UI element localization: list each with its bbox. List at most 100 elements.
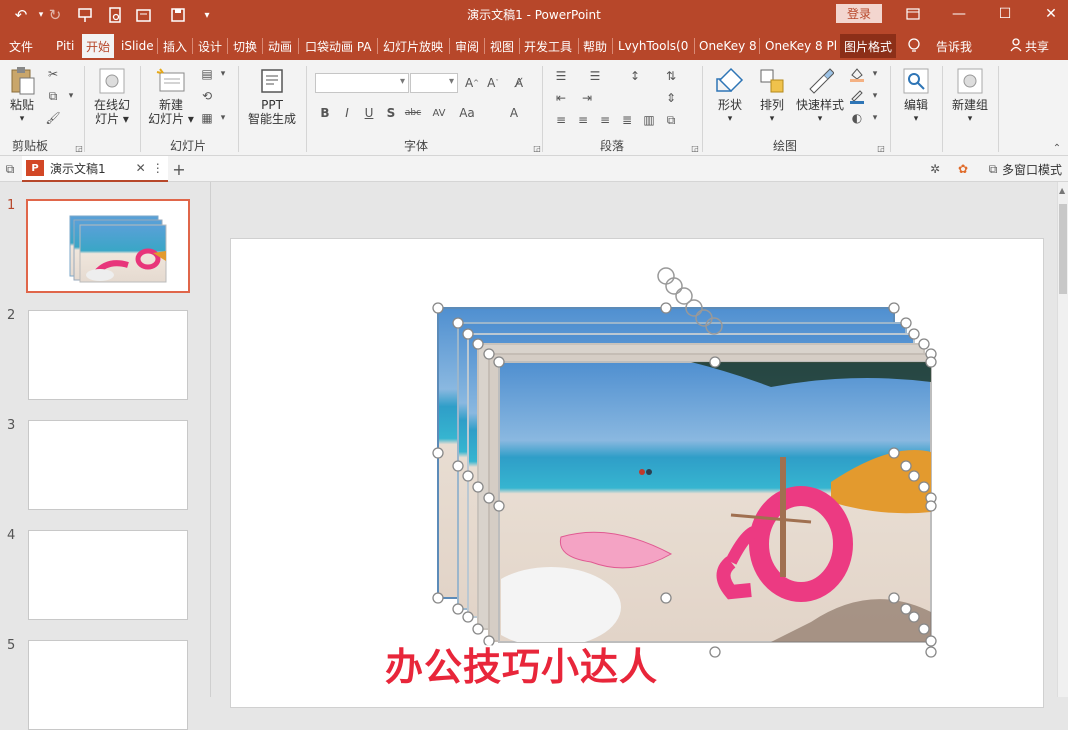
format-painter-icon[interactable]: 🖌 xyxy=(44,110,62,126)
cut-icon[interactable]: ✂ xyxy=(44,66,62,82)
align-center-icon[interactable]: ≡ xyxy=(574,112,592,128)
customize-qat-icon[interactable]: ▾ xyxy=(196,4,218,26)
scroll-up-icon[interactable]: ▲ xyxy=(1059,186,1065,195)
numbering-icon[interactable]: ☰ xyxy=(586,68,604,84)
arrange-button[interactable]: 排列 ▾ xyxy=(752,66,792,126)
reset-icon[interactable]: ⟲ xyxy=(198,88,216,104)
increase-indent-icon[interactable]: ⇥ xyxy=(578,90,596,106)
font-launcher-icon[interactable]: ◲ xyxy=(528,140,546,156)
font-color-icon[interactable]: A xyxy=(505,105,523,121)
underline-icon[interactable]: U xyxy=(360,105,378,121)
font-family-combo[interactable] xyxy=(315,73,409,93)
new-slide-button[interactable]: 新建 幻灯片 ▾ xyxy=(146,66,196,126)
share-button[interactable]: 共享 xyxy=(1006,34,1053,58)
tab-picture-format[interactable]: 图片格式 xyxy=(840,34,897,58)
quick-styles-button[interactable]: 快速样式 ▾ xyxy=(793,66,847,126)
format-icon[interactable] xyxy=(134,4,156,26)
copy-icon[interactable]: ⧉ xyxy=(44,88,62,104)
close-icon[interactable]: ✕ xyxy=(1028,0,1068,28)
font-size-combo[interactable] xyxy=(410,73,458,93)
text-direction-icon[interactable]: ⇅ xyxy=(662,68,680,84)
shape-fill-icon[interactable] xyxy=(848,66,866,82)
tab-developer[interactable]: 开发工具 xyxy=(520,34,576,58)
align-left-icon[interactable]: ≡ xyxy=(552,112,570,128)
italic-icon[interactable]: I xyxy=(338,105,356,121)
tab-home[interactable]: 开始 xyxy=(82,34,115,58)
clear-formatting-icon[interactable]: A̸ xyxy=(510,75,528,91)
collapse-ribbon-icon[interactable]: ⌃ xyxy=(1048,140,1066,156)
tab-pocket-animation[interactable]: 口袋动画 PA xyxy=(301,34,376,58)
tab-review[interactable]: 审阅 xyxy=(451,34,483,58)
align-right-icon[interactable]: ≡ xyxy=(596,112,614,128)
scroll-thumb[interactable] xyxy=(1059,204,1067,294)
slide-thumbnail-1[interactable] xyxy=(26,199,190,293)
change-case-icon[interactable]: Aa xyxy=(458,105,476,121)
vertical-scrollbar[interactable]: ▲ xyxy=(1057,182,1068,697)
character-spacing-icon[interactable]: AV xyxy=(430,105,448,121)
tab-animations[interactable]: 动画 xyxy=(264,34,296,58)
maximize-icon[interactable]: ☐ xyxy=(982,0,1028,28)
slide-thumbnail-3[interactable] xyxy=(28,420,188,510)
tab-onekey8-plus[interactable]: OneKey 8 Pl xyxy=(761,34,841,58)
settings-gear-icon[interactable]: ✿ xyxy=(954,161,972,177)
slide-thumbnail-5[interactable] xyxy=(28,640,188,730)
tab-help[interactable]: 帮助 xyxy=(579,34,611,58)
decrease-indent-icon[interactable]: ⇤ xyxy=(552,90,570,106)
tab-file[interactable]: 文件 xyxy=(5,34,37,58)
decrease-font-icon[interactable]: Aˇ xyxy=(484,75,502,91)
columns-icon[interactable]: ▥ xyxy=(640,112,658,128)
align-text-icon[interactable]: ⇕ xyxy=(662,90,680,106)
shapes-button[interactable]: 形状 ▾ xyxy=(708,66,752,126)
edit-button[interactable]: 编辑 ▾ xyxy=(896,66,936,126)
save-icon[interactable] xyxy=(167,4,189,26)
online-slides-button[interactable]: 在线幻 灯片 ▾ xyxy=(90,66,134,126)
new-group-button[interactable]: 新建组 ▾ xyxy=(946,66,994,126)
multi-window-toggle[interactable]: ⧉ 多窗口模式 xyxy=(984,161,1062,178)
strikethrough-icon[interactable]: abc xyxy=(404,105,422,121)
increase-font-icon[interactable]: A ^ xyxy=(463,75,481,91)
ribbon-display-options-icon[interactable] xyxy=(890,0,936,28)
selected-pictures[interactable] xyxy=(211,182,1057,697)
presenter-icon[interactable] xyxy=(74,4,96,26)
close-tab-icon[interactable]: ✕ xyxy=(136,161,146,175)
tab-slideshow[interactable]: 幻灯片放映 xyxy=(379,34,447,58)
bold-icon[interactable]: B xyxy=(316,105,334,121)
smartart-icon[interactable]: ⧉ xyxy=(662,112,680,128)
tab-piti[interactable]: Piti xyxy=(52,34,78,58)
shadow-icon[interactable]: S xyxy=(382,105,400,121)
slide-thumbnail-2[interactable] xyxy=(28,310,188,400)
pin-icon[interactable]: ✲ xyxy=(926,161,944,177)
layout-dropdown-icon[interactable]: ▾ xyxy=(214,66,232,82)
tab-design[interactable]: 设计 xyxy=(194,34,226,58)
shape-effects-icon[interactable]: ◐ xyxy=(848,110,866,126)
line-spacing-icon[interactable]: ↕ xyxy=(626,68,644,84)
tab-islide[interactable]: iSlide xyxy=(117,34,158,58)
tab-transitions[interactable]: 切换 xyxy=(229,34,261,58)
document-tab[interactable]: P 演示文稿1 ✕ ⋮ xyxy=(22,156,168,182)
copy-dropdown-icon[interactable]: ▾ xyxy=(62,88,80,104)
login-button[interactable]: 登录 xyxy=(836,4,882,23)
clipboard-launcher-icon[interactable]: ◲ xyxy=(70,140,88,156)
shape-fill-dropdown-icon[interactable]: ▾ xyxy=(866,66,884,82)
shape-effects-dropdown-icon[interactable]: ▾ xyxy=(866,110,884,126)
print-preview-icon[interactable] xyxy=(104,4,126,26)
redo-icon[interactable]: ↻ xyxy=(44,4,66,26)
minimize-icon[interactable]: — xyxy=(936,0,982,28)
paste-button[interactable]: 粘贴 ▾ xyxy=(5,66,39,126)
shape-outline-icon[interactable] xyxy=(848,88,866,104)
tab-lvyhtools[interactable]: LvyhTools(0 xyxy=(614,34,692,58)
tab-nav-icon[interactable]: ⧉ xyxy=(1,161,19,177)
new-tab-icon[interactable]: + xyxy=(170,160,188,179)
bullets-icon[interactable]: ☰ xyxy=(552,68,570,84)
ppt-smart-generate-button[interactable]: PPT 智能生成 xyxy=(244,66,300,126)
tab-insert[interactable]: 插入 xyxy=(159,34,191,58)
tell-me-search[interactable]: 告诉我 xyxy=(932,34,976,58)
tab-menu-icon[interactable]: ⋮ xyxy=(152,161,164,175)
justify-icon[interactable]: ≣ xyxy=(618,112,636,128)
undo-icon[interactable]: ↶ xyxy=(10,4,32,26)
section-dropdown-icon[interactable]: ▾ xyxy=(214,110,232,126)
slide-thumbnail-4[interactable] xyxy=(28,530,188,620)
drawing-launcher-icon[interactable]: ◲ xyxy=(872,140,890,156)
shape-outline-dropdown-icon[interactable]: ▾ xyxy=(866,88,884,104)
tab-view[interactable]: 视图 xyxy=(486,34,518,58)
